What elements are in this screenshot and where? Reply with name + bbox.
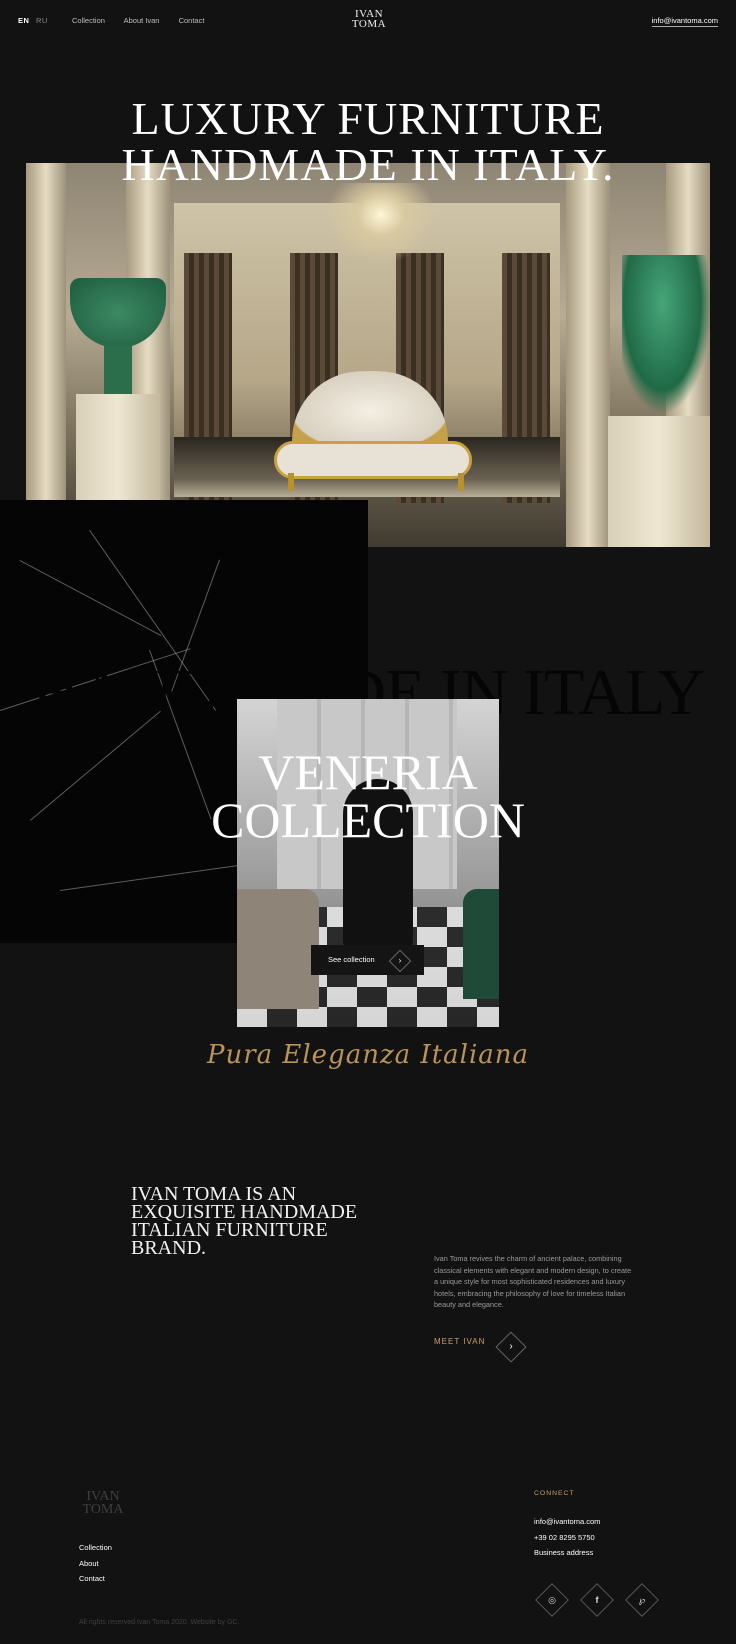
chevron-right-icon: › (388, 949, 412, 973)
hero-title: LUXURY FURNITURE HANDMADE IN ITALY. (0, 96, 736, 188)
facebook-icon[interactable]: f (580, 1583, 614, 1617)
about-heading-line-4: BRAND. (131, 1237, 207, 1259)
footer-email-link[interactable]: info@ivantoma.com (534, 1517, 600, 1526)
nav-collection[interactable]: Collection (72, 16, 105, 25)
footer-link-contact[interactable]: Contact (79, 1574, 105, 1583)
nav-contact[interactable]: Contact (179, 16, 205, 25)
sofa-graphic (274, 371, 472, 491)
hero-title-line-1: LUXURY FURNITURE (131, 93, 605, 144)
hero-image (26, 163, 710, 547)
header-email-link[interactable]: info@ivantoma.com (651, 16, 718, 27)
footer-phone-link[interactable]: +39 02 8295 5750 (534, 1533, 595, 1542)
tagline-script: Pura Eleganza Italiana (206, 1040, 530, 1070)
collection-title: VENERIA COLLECTION (0, 744, 736, 848)
pinterest-icon[interactable]: ℘ (625, 1583, 659, 1617)
chandelier-graphic (326, 183, 436, 263)
footer-link-collection[interactable]: Collection (79, 1543, 112, 1552)
main-nav: Collection About Ivan Contact (72, 16, 204, 25)
meet-ivan-arrow-icon[interactable]: › (495, 1331, 527, 1363)
collection-title-line-2: COLLECTION (211, 792, 525, 848)
copyright-text: All rights reserved Ivan Toma 2020. Webs… (79, 1619, 240, 1626)
site-logo[interactable]: IVAN TOMA (348, 9, 390, 30)
nav-about-ivan[interactable]: About Ivan (124, 16, 160, 25)
connect-heading: CONNECT (534, 1490, 575, 1497)
language-switcher: EN RU (18, 16, 48, 25)
about-paragraph: Ivan Toma revives the charm of ancient p… (434, 1254, 632, 1309)
collection-title-line-1: VENERIA (258, 744, 478, 800)
about-heading: IVAN TOMA IS AN EXQUISITE HANDMADE ITALI… (131, 1184, 371, 1259)
footer-address-link[interactable]: Business address (534, 1548, 593, 1557)
footer-logo-line-2: TOMA (82, 1502, 124, 1517)
vase-graphic (70, 278, 166, 394)
lang-en-link[interactable]: EN (18, 16, 29, 25)
meet-ivan-link[interactable]: MEET IVAN (434, 1337, 485, 1346)
logo-line-2: TOMA (351, 18, 387, 30)
see-collection-button[interactable]: See collection › (311, 945, 424, 975)
bust-graphic (622, 255, 710, 415)
footer-links: Collection About Contact (79, 1540, 112, 1587)
lang-ru-link[interactable]: RU (36, 16, 48, 25)
instagram-icon[interactable]: ◎ (535, 1583, 569, 1617)
see-collection-label: See collection (328, 955, 375, 964)
hero-title-line-2: HANDMADE IN ITALY. (121, 139, 615, 190)
footer-logo[interactable]: IVAN TOMA (79, 1490, 127, 1517)
footer-link-about[interactable]: About (79, 1559, 99, 1568)
site-header: EN RU Collection About Ivan Contact IVAN… (0, 0, 736, 44)
footer-contacts: info@ivantoma.com +39 02 8295 5750 Busin… (534, 1514, 600, 1561)
